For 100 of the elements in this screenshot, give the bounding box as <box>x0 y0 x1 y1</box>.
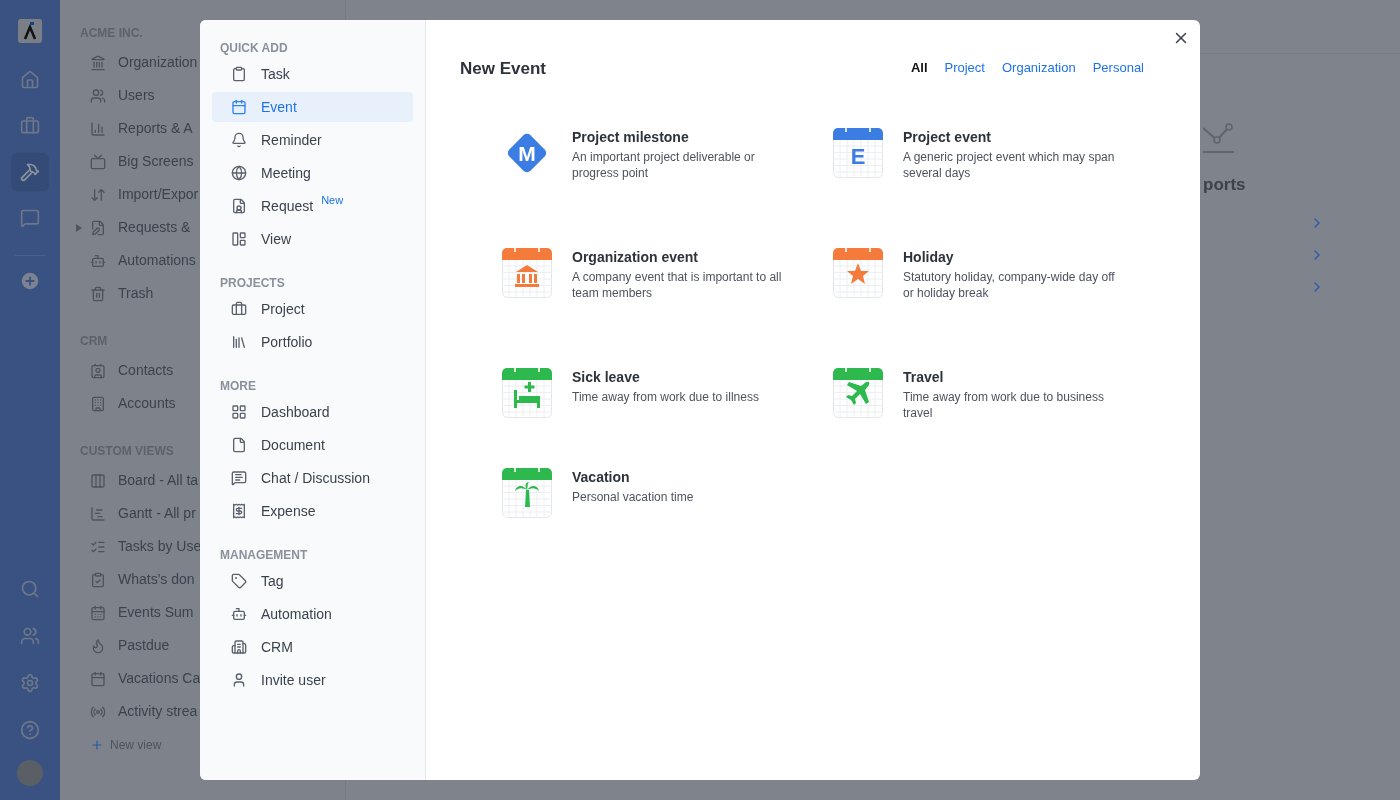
filter-tab[interactable]: Personal <box>1092 58 1144 78</box>
clipboard-icon <box>231 66 247 82</box>
bell-icon <box>231 132 247 148</box>
menu-item[interactable]: View <box>212 224 413 254</box>
event-type-option[interactable]: Holiday Statutory holiday, company-wide day off or holiday break <box>833 247 1144 368</box>
event-type-option[interactable]: Travel Time away from work due to business travel <box>833 367 1144 468</box>
filter-tab[interactable]: Project <box>944 58 985 78</box>
arrows-icon <box>90 186 106 203</box>
users-icon <box>20 626 40 646</box>
menu-item[interactable]: Meeting <box>212 158 413 188</box>
board-icon <box>90 472 106 489</box>
option-title: Travel <box>903 367 945 387</box>
bar-chart-icon <box>90 120 106 137</box>
expand-icon[interactable] <box>76 223 82 232</box>
menu-item[interactable]: Task <box>212 59 413 89</box>
menu-item-label: Expense <box>261 501 316 521</box>
menu-item[interactable]: Request New <box>212 191 413 221</box>
event-type-option[interactable]: M Project milestone An important project deliverable or progress point <box>502 127 813 248</box>
option-description: A generic project event which may span several days <box>903 148 1116 181</box>
section-heading: MANAGEMENT <box>220 547 308 562</box>
chat-icon <box>231 470 247 486</box>
menu-item[interactable]: Invite user <box>212 665 413 695</box>
dialog-title: New Event <box>460 58 546 80</box>
menu-item[interactable]: Reminder <box>212 125 413 155</box>
building-icon <box>90 395 106 412</box>
tag-icon <box>231 573 247 589</box>
plus-icon <box>90 738 104 752</box>
option-description: Time away from work due to business travel <box>903 388 1105 421</box>
books-icon <box>231 334 247 350</box>
flame-icon <box>90 637 106 654</box>
home-icon <box>20 70 40 90</box>
trash-icon <box>90 285 106 302</box>
event-type-option[interactable]: Sick leave Time away from work due to illness <box>502 367 813 468</box>
event-type-option[interactable]: Vacation Personal vacation time <box>502 467 813 568</box>
menu-item[interactable]: Document <box>212 430 413 460</box>
rail-button[interactable] <box>11 153 49 191</box>
tools-icon <box>20 162 40 182</box>
globe-user-icon <box>231 165 247 181</box>
menu-item-label: Meeting <box>261 163 311 183</box>
menu-item-label: Dashboard <box>261 402 330 422</box>
checklist-icon <box>90 571 106 588</box>
menu-item-label: Project <box>261 299 305 319</box>
event-type-option[interactable]: E Project event A generic project event which may span several days <box>833 127 1144 248</box>
filter-tab[interactable]: All <box>910 58 928 78</box>
chat-icon <box>20 208 40 228</box>
section-heading: MORE <box>220 378 256 393</box>
settings-icon <box>20 673 40 693</box>
section-heading: QUICK ADD <box>220 40 288 55</box>
option-title: Organization event <box>572 247 700 267</box>
menu-item[interactable]: Portfolio <box>212 327 413 357</box>
option-title: Project event <box>903 127 992 147</box>
menu-item[interactable]: Chat / Discussion <box>212 463 413 493</box>
calendar-icon <box>90 604 106 621</box>
menu-item[interactable]: Expense <box>212 496 413 526</box>
document-icon <box>231 437 247 453</box>
document-edit-icon <box>90 219 106 236</box>
help-icon <box>20 720 40 740</box>
menu-item-label: Chat / Discussion <box>261 468 370 488</box>
option-description: A company event that is important to all team members <box>572 268 783 301</box>
robot-icon <box>90 252 106 269</box>
building-icon <box>231 639 247 655</box>
receipt-icon <box>231 503 247 519</box>
menu-item-label: View <box>261 229 292 249</box>
menu-item-label: Request <box>261 196 314 216</box>
menu-item[interactable]: Project <box>212 294 413 324</box>
document-user-icon <box>231 198 247 214</box>
menu-item-label: Document <box>261 435 325 455</box>
event-type-option[interactable]: Organization event A company event that is important to all team members <box>502 247 813 368</box>
grid-icon <box>231 404 247 420</box>
calendar-icon: E <box>833 127 883 178</box>
menu-item-label: Event <box>261 97 297 117</box>
section-title: ports <box>1203 174 1247 196</box>
section-heading: PROJECTS <box>220 275 285 290</box>
add-icon[interactable] <box>19 270 41 292</box>
new-label: New <box>321 192 344 208</box>
avatar[interactable] <box>17 760 43 786</box>
briefcase-icon <box>20 116 40 136</box>
menu-item[interactable]: Dashboard <box>212 397 413 427</box>
menu-item-label: Automation <box>261 604 332 624</box>
menu-item[interactable]: Automation <box>212 599 413 629</box>
search-icon <box>20 579 40 599</box>
line-chart-icon <box>1203 120 1235 154</box>
logo-icon <box>22 22 38 40</box>
option-title: Holiday <box>903 247 955 267</box>
calendar-icon <box>90 670 106 687</box>
menu-item[interactable]: CRM <box>212 632 413 662</box>
filter-tab[interactable]: Organization <box>1001 58 1076 78</box>
option-title: Project milestone <box>572 127 690 147</box>
option-description: Personal vacation time <box>572 488 695 505</box>
menu-item[interactable]: Event <box>212 92 413 122</box>
calendar-icon <box>231 99 247 115</box>
users-icon <box>90 87 106 104</box>
menu-item[interactable]: Tag <box>212 566 413 596</box>
tv-icon <box>90 153 106 170</box>
layout-icon <box>231 231 247 247</box>
menu-item-label: CRM <box>261 637 293 657</box>
briefcase-icon <box>231 301 247 317</box>
app-logo[interactable] <box>18 19 42 43</box>
option-description: Time away from work due to illness <box>572 388 760 405</box>
option-description: Statutory holiday, company-wide day off or holiday break <box>903 268 1116 301</box>
